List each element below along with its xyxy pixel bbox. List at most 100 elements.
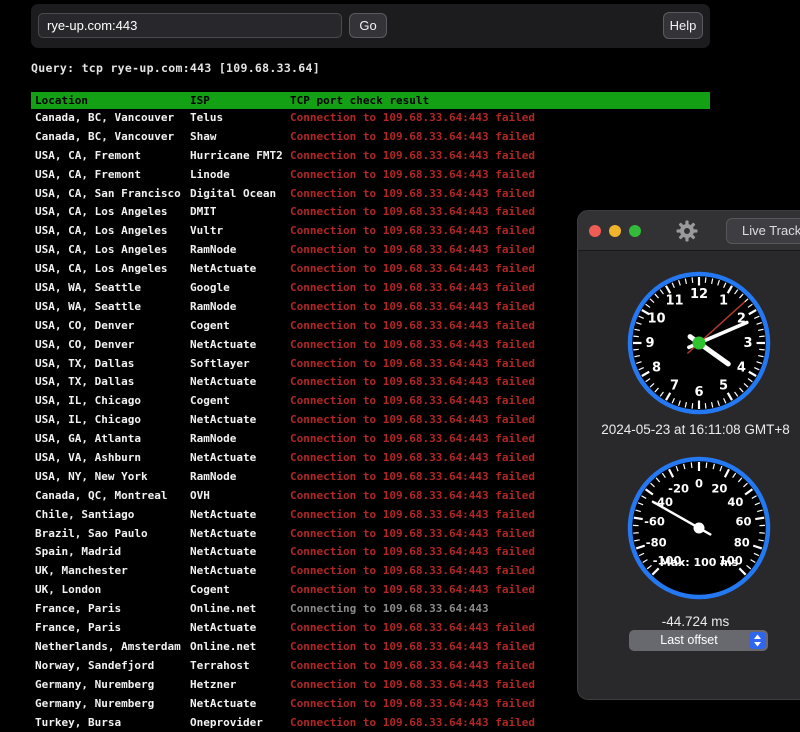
cell-isp: Terrahost	[190, 657, 290, 676]
svg-text:7: 7	[670, 378, 679, 393]
window-titlebar: Live Track	[578, 211, 800, 251]
header-location: Location	[31, 92, 190, 109]
cell-location: USA, CA, Los Angeles	[31, 241, 190, 260]
offset-value-label: -44.724 ms	[578, 614, 800, 629]
cell-location: USA, CA, Los Angeles	[31, 203, 190, 222]
svg-text:3: 3	[743, 336, 752, 351]
svg-text:4: 4	[737, 361, 746, 376]
table-row: USA, CA, FremontHurricane FMT2Connection…	[31, 147, 710, 166]
cell-location: France, Paris	[31, 619, 190, 638]
offset-gauge: -100-80-60-40-20020406080100Max: 100 ms	[624, 453, 774, 603]
cell-location: France, Paris	[31, 600, 190, 619]
cell-isp: NetActuate	[190, 619, 290, 638]
offset-mode-select[interactable]: Last offset	[629, 630, 768, 651]
cell-isp: Telus	[190, 109, 290, 128]
cell-location: UK, London	[31, 581, 190, 600]
cell-location: USA, CO, Denver	[31, 317, 190, 336]
cell-isp: NetActuate	[190, 695, 290, 714]
go-button[interactable]: Go	[349, 13, 387, 38]
help-button[interactable]: Help	[663, 12, 703, 39]
svg-text:-80: -80	[646, 535, 667, 549]
cell-isp: NetActuate	[190, 411, 290, 430]
cell-location: USA, CA, Fremont	[31, 147, 190, 166]
cell-result: Connection to 109.68.33.64:443 failed	[290, 128, 710, 147]
cell-isp: NetActuate	[190, 449, 290, 468]
cell-location: USA, GA, Atlanta	[31, 430, 190, 449]
table-row: USA, CA, San FranciscoDigital OceanConne…	[31, 185, 710, 204]
cell-result: Connection to 109.68.33.64:443 failed	[290, 166, 710, 185]
cell-location: Germany, Nuremberg	[31, 676, 190, 695]
cell-location: Brazil, Sao Paulo	[31, 525, 190, 544]
cell-isp: Vultr	[190, 222, 290, 241]
svg-text:0: 0	[695, 477, 703, 491]
cell-isp: Cogent	[190, 392, 290, 411]
svg-text:-60: -60	[644, 514, 665, 528]
select-chevrons-icon	[749, 632, 766, 649]
table-row: Canada, BC, VancouverShawConnection to 1…	[31, 128, 710, 147]
cell-location: USA, IL, Chicago	[31, 411, 190, 430]
cell-location: Canada, QC, Montreal	[31, 487, 190, 506]
svg-text:20: 20	[711, 481, 727, 495]
cell-location: Chile, Santiago	[31, 506, 190, 525]
cell-isp: Cogent	[190, 317, 290, 336]
cell-location: Netherlands, Amsterdam	[31, 638, 190, 657]
cell-isp: Hetzner	[190, 676, 290, 695]
cell-location: USA, NY, New York	[31, 468, 190, 487]
cell-location: Canada, BC, Vancouver	[31, 128, 190, 147]
table-row: USA, CA, FremontLinodeConnection to 109.…	[31, 166, 710, 185]
cell-location: USA, WA, Seattle	[31, 279, 190, 298]
cell-location: USA, CA, Los Angeles	[31, 222, 190, 241]
cell-location: USA, TX, Dallas	[31, 373, 190, 392]
cell-location: USA, CA, Fremont	[31, 166, 190, 185]
live-track-button[interactable]: Live Track	[726, 218, 800, 244]
svg-text:Max: 100 ms: Max: 100 ms	[660, 556, 739, 569]
header-result: TCP port check result	[290, 92, 710, 109]
cell-location: Norway, Sandefjord	[31, 657, 190, 676]
clock-datetime-label: 2024-05-23 at 16:11:08 GMT+8	[578, 422, 800, 437]
svg-text:11: 11	[665, 294, 683, 309]
cell-isp: OVH	[190, 487, 290, 506]
cell-isp: RamNode	[190, 298, 290, 317]
cell-isp: NetActuate	[190, 506, 290, 525]
svg-text:-20: -20	[668, 481, 689, 495]
cell-result: Connection to 109.68.33.64:443 failed	[290, 147, 710, 166]
gear-icon[interactable]	[676, 220, 698, 242]
cell-isp: DMIT	[190, 203, 290, 222]
cell-isp: NetActuate	[190, 525, 290, 544]
svg-text:12: 12	[690, 287, 708, 302]
svg-text:9: 9	[645, 336, 654, 351]
cell-location: USA, WA, Seattle	[31, 298, 190, 317]
cell-isp: NetActuate	[190, 543, 290, 562]
cell-isp: RamNode	[190, 468, 290, 487]
query-toolbar: Go Help	[31, 4, 710, 48]
zoom-window-icon[interactable]	[629, 225, 641, 237]
cell-location: USA, CA, Los Angeles	[31, 260, 190, 279]
cell-isp: Linode	[190, 166, 290, 185]
cell-isp: Online.net	[190, 600, 290, 619]
offset-mode-selected-value: Last offset	[629, 630, 749, 651]
host-input[interactable]	[38, 13, 342, 38]
cell-isp: Shaw	[190, 128, 290, 147]
header-isp: ISP	[190, 92, 290, 109]
cell-result: Connection to 109.68.33.64:443 failed	[290, 185, 710, 204]
svg-text:60: 60	[735, 514, 751, 528]
cell-isp: NetActuate	[190, 336, 290, 355]
cell-location: Spain, Madrid	[31, 543, 190, 562]
cell-isp: NetActuate	[190, 373, 290, 392]
cell-isp: Oneprovider	[190, 714, 290, 732]
table-header: Location ISP TCP port check result	[31, 92, 710, 109]
cell-location: USA, TX, Dallas	[31, 355, 190, 374]
svg-text:80: 80	[734, 535, 750, 549]
cell-location: USA, VA, Ashburn	[31, 449, 190, 468]
cell-location: UK, Manchester	[31, 562, 190, 581]
svg-text:10: 10	[648, 312, 666, 327]
svg-text:8: 8	[652, 361, 661, 376]
minimize-window-icon[interactable]	[609, 225, 621, 237]
cell-isp: Cogent	[190, 581, 290, 600]
cell-isp: NetActuate	[190, 260, 290, 279]
cell-isp: NetActuate	[190, 562, 290, 581]
query-summary: Query: tcp rye-up.com:443 [109.68.33.64]	[31, 61, 320, 75]
cell-isp: Digital Ocean	[190, 185, 290, 204]
close-window-icon[interactable]	[589, 225, 601, 237]
table-row: Turkey, BursaOneproviderConnection to 10…	[31, 714, 710, 732]
